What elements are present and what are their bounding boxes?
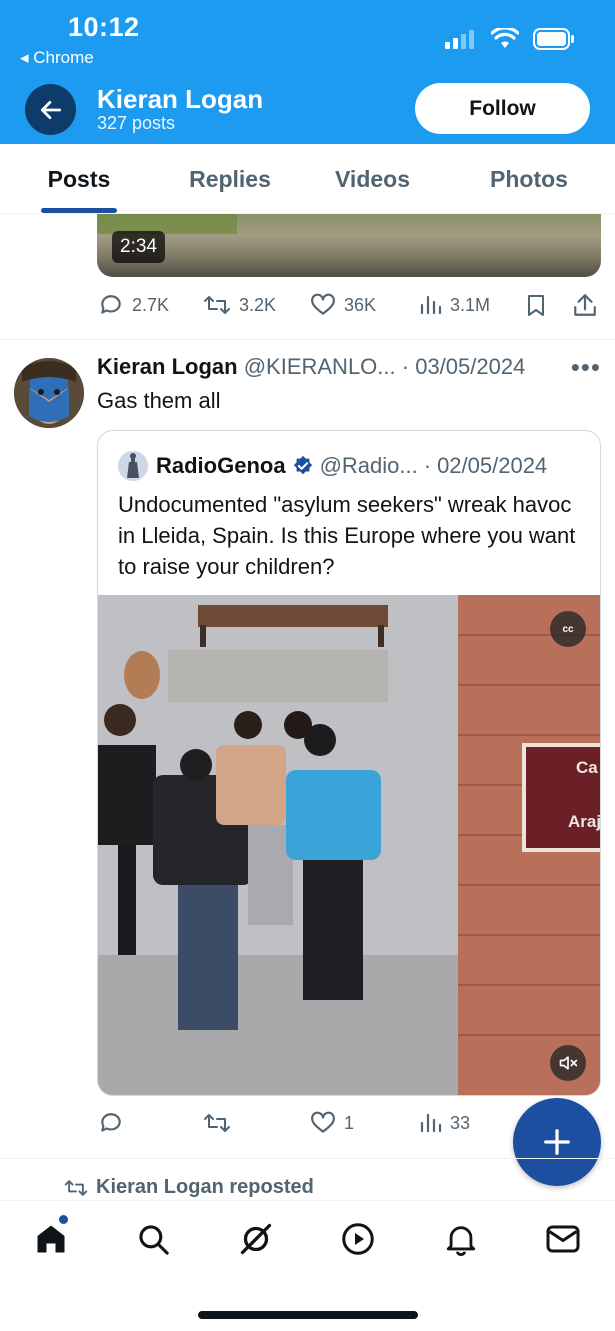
post-divider: [0, 339, 615, 340]
video-duration-badge: 2:34: [112, 231, 165, 263]
active-tab-indicator: [41, 208, 117, 213]
back-to-app-link[interactable]: ◂ Chrome: [20, 48, 94, 68]
heart-icon: [311, 293, 335, 315]
quote-author-handle: @Radio...: [319, 453, 418, 478]
profile-posts-count: 327 posts: [97, 113, 176, 133]
quote-author-name: RadioGenoa: [156, 453, 286, 478]
street-sign-text-2: Araj: [568, 812, 601, 831]
tweet-views-button[interactable]: 33: [418, 1110, 470, 1136]
nav-messages[interactable]: [543, 1219, 583, 1259]
mute-toggle-button[interactable]: [550, 1045, 586, 1081]
mail-icon: [546, 1225, 580, 1253]
profile-header: 10:12 ◂ Chrome Kieran Logan 327 posts Fo…: [0, 0, 615, 144]
tweet-views-count: 33: [450, 1112, 471, 1133]
nav-videos[interactable]: [338, 1219, 378, 1259]
tweet-text: Gas them all: [97, 388, 221, 413]
bottom-navigation: [0, 1200, 615, 1331]
post-divider-2: [0, 1158, 615, 1159]
repost-count: 3.2K: [239, 294, 277, 315]
bookmark-button[interactable]: [524, 292, 548, 318]
tweet-like-count: 1: [344, 1112, 355, 1133]
reply-icon: [101, 295, 121, 314]
closed-captions-button[interactable]: cc: [550, 611, 586, 647]
status-time: 10:12: [68, 12, 140, 42]
nav-grok[interactable]: [236, 1219, 276, 1259]
quote-header: RadioGenoa @Radio... · 02/05/2024: [156, 453, 547, 479]
avatar-face-paint-image: [14, 358, 84, 428]
tweet-separator: ·: [395, 354, 416, 379]
wifi-icon: [491, 28, 519, 48]
status-icons: [445, 28, 575, 50]
search-icon: [139, 1225, 169, 1255]
quote-text: Undocumented "asylum seekers" wreak havo…: [118, 492, 576, 579]
views-chart-icon: [420, 295, 442, 315]
arrow-left-icon: [40, 100, 61, 119]
share-icon: [574, 294, 596, 316]
like-count: 36K: [344, 294, 377, 315]
follow-button[interactable]: Follow: [415, 83, 590, 134]
repost-button[interactable]: 3.2K: [203, 292, 276, 318]
grok-icon: [240, 1223, 272, 1255]
nav-search[interactable]: [133, 1219, 173, 1259]
previous-post-actions: 2.7K 3.2K 36K 3.1M: [0, 286, 615, 326]
bell-icon: [446, 1226, 476, 1256]
tab-replies[interactable]: Replies: [170, 144, 290, 214]
verified-badge-icon: [293, 455, 312, 475]
speaker-muted-icon: [559, 1056, 578, 1070]
views-button[interactable]: 3.1M: [418, 292, 490, 318]
battery-icon: [533, 28, 574, 50]
tweet-author-name[interactable]: Kieran Logan: [97, 354, 238, 379]
heart-icon: [311, 1111, 335, 1133]
previous-post-video[interactable]: [97, 214, 601, 277]
profile-name: Kieran Logan: [97, 84, 264, 114]
compose-post-button[interactable]: [513, 1098, 601, 1186]
tweet-date[interactable]: 03/05/2024: [415, 354, 525, 379]
back-button[interactable]: [25, 84, 76, 135]
like-button[interactable]: 36K: [310, 292, 376, 318]
street-scene-video-frame: Ca Araj: [98, 595, 601, 1095]
nav-notifications[interactable]: [441, 1219, 481, 1259]
nav-home[interactable]: [31, 1219, 71, 1259]
tab-videos[interactable]: Videos: [315, 144, 430, 214]
reply-icon: [101, 1113, 121, 1132]
home-indicator-bar[interactable]: [198, 1311, 418, 1319]
quote-separator: ·: [423, 453, 432, 478]
home-notification-dot: [59, 1215, 68, 1224]
play-circle-icon: [342, 1223, 374, 1255]
back-app-label: Chrome: [33, 48, 94, 67]
reply-count: 2.7K: [132, 294, 170, 315]
tweet-like-button[interactable]: 1: [310, 1110, 354, 1136]
cellular-signal-icon: [445, 30, 474, 49]
repost-indicator: Kieran Logan reposted: [64, 1176, 314, 1199]
bookmark-icon: [528, 295, 544, 316]
views-chart-icon: [420, 1113, 442, 1133]
home-icon: [37, 1225, 65, 1253]
repost-icon: [204, 1114, 230, 1132]
tweet-header: Kieran Logan @KIERANLO... · 03/05/2024: [97, 354, 525, 380]
tweet-repost-button[interactable]: [203, 1110, 239, 1136]
quote-date: 02/05/2024: [437, 453, 548, 478]
views-count: 3.1M: [450, 294, 491, 315]
tweet-reply-button[interactable]: [98, 1110, 132, 1136]
repost-icon: [64, 1179, 88, 1196]
quote-video[interactable]: Ca Araj cc: [98, 595, 601, 1095]
plus-icon: [544, 1129, 570, 1155]
more-options-icon[interactable]: •••: [571, 352, 601, 383]
tweet-author-handle[interactable]: @KIERANLO...: [244, 354, 396, 379]
share-button[interactable]: [572, 292, 598, 318]
repost-icon: [204, 296, 230, 314]
reply-button[interactable]: 2.7K: [98, 292, 169, 318]
tab-posts[interactable]: Posts: [20, 144, 138, 214]
tab-photos[interactable]: Photos: [470, 144, 588, 214]
profile-tabs: Posts Replies Videos Photos: [0, 144, 615, 214]
quoted-tweet[interactable]: RadioGenoa @Radio... · 02/05/2024 Undocume…: [97, 430, 601, 1096]
avatar[interactable]: [14, 358, 84, 428]
street-sign-text-1: Ca: [576, 758, 598, 777]
repost-indicator-text[interactable]: Kieran Logan reposted: [96, 1176, 314, 1199]
statue-avatar-image: [118, 451, 148, 481]
quote-avatar: [118, 451, 148, 481]
